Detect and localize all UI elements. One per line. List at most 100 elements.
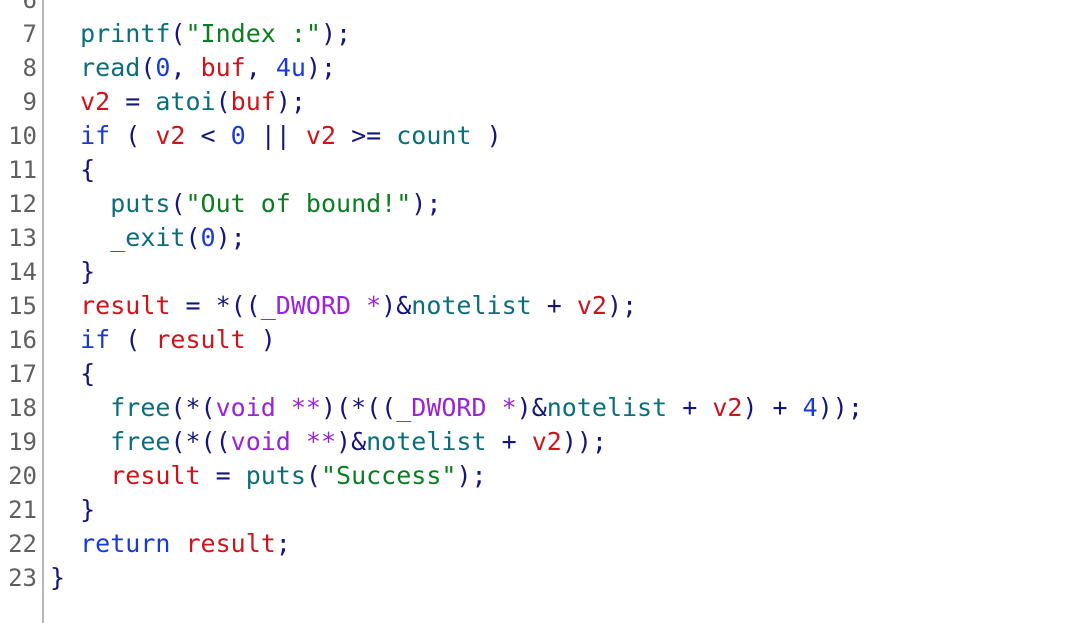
code-text: } [50, 561, 65, 595]
code-token: v2 [155, 121, 186, 150]
line-number: 19 [8, 428, 37, 456]
code-token: 4u [275, 53, 306, 82]
code-token: atoi [155, 87, 216, 116]
code-line: 14 } [0, 255, 1066, 289]
code-editor: 67 printf("Index :"); 8 read(0, buf, 4u);… [0, 0, 1066, 623]
code-token: if [80, 121, 111, 150]
code-token: ( [215, 87, 231, 116]
code-text: read(0, buf, 4u); [50, 51, 336, 85]
line-number: 10 [8, 122, 37, 150]
code-token: "Index :" [185, 19, 321, 48]
code-token: ) [471, 121, 502, 150]
code-text: puts("Out of bound!"); [50, 187, 441, 221]
code-token: ) + [742, 393, 803, 422]
code-token: void ** [230, 427, 337, 456]
line-number: 8 [22, 54, 37, 82]
code-token: ; [275, 529, 291, 558]
line-number: 20 [8, 462, 37, 490]
code-token: _DWORD * [260, 291, 382, 320]
code-line: 22 return result; [0, 527, 1066, 561]
code-token: return [80, 529, 171, 558]
code-line: 11 { [0, 153, 1066, 187]
code-token: , [170, 53, 201, 82]
line-number: 23 [8, 564, 37, 592]
code-token: result [185, 529, 276, 558]
code-token: 0 [155, 53, 171, 82]
code-token: } [50, 563, 66, 592]
code-token: 0 [200, 223, 216, 252]
code-token: _DWORD * [396, 393, 517, 422]
code-token: free [110, 393, 171, 422]
code-token: , [245, 53, 276, 82]
code-line: 10 if ( v2 < 0 || v2 >= count ) [0, 119, 1066, 153]
line-number: 18 [8, 394, 37, 422]
code-token: ); [456, 461, 487, 490]
line-number: 16 [8, 326, 37, 354]
code-token: + [667, 393, 713, 422]
code-line: 21 } [0, 493, 1066, 527]
line-number: 15 [8, 292, 37, 320]
code-token: v2 [576, 291, 607, 320]
code-token: puts [245, 461, 306, 490]
code-text: } [50, 255, 95, 289]
code-line: 18 free(*(void **)(*((_DWORD *)&notelist… [0, 391, 1066, 425]
code-token: ); [411, 189, 442, 218]
code-token: if [80, 325, 111, 354]
code-token: void ** [215, 393, 321, 422]
line-number: 12 [8, 190, 37, 218]
code-token: )); [817, 393, 863, 422]
code-token: v2 [80, 87, 111, 116]
code-token: buf [230, 87, 276, 116]
code-token: )); [561, 427, 607, 456]
code-token: ); [320, 19, 352, 48]
code-text: result = *((_DWORD *)&notelist + v2); [50, 289, 637, 323]
code-line: 17 { [0, 357, 1066, 391]
code-text: result = puts("Success"); [50, 459, 487, 493]
code-text: _exit(0); [50, 221, 246, 255]
line-number: 13 [8, 224, 37, 252]
code-token: (*(( [170, 427, 231, 456]
line-number: 22 [8, 530, 37, 558]
code-token: v2 [712, 393, 743, 422]
code-token: v2 [305, 121, 337, 150]
code-token: < [185, 121, 231, 150]
code-token: result [110, 461, 201, 490]
code-token: = [170, 291, 216, 320]
code-token: ); [305, 53, 337, 82]
code-text: { [50, 153, 95, 187]
code-token: )& [381, 291, 412, 320]
code-token: result [155, 325, 246, 354]
code-token: ) [245, 325, 276, 354]
code-token: ); [606, 291, 638, 320]
code-token: _exit [110, 223, 186, 252]
code-token: "Success" [320, 461, 457, 490]
code-line: 23} [0, 561, 1066, 595]
code-token: ); [275, 87, 306, 116]
code-token: } [80, 257, 96, 286]
code-token: 4 [802, 393, 818, 422]
code-text: return result; [50, 527, 291, 561]
line-number: 9 [22, 88, 37, 116]
code-text: printf("Index :"); [50, 17, 351, 51]
code-token: notelist [411, 291, 532, 320]
code-text: if ( result ) [50, 323, 276, 357]
code-token: printf [80, 19, 171, 48]
code-token: ( [110, 325, 156, 354]
code-token: 0 [230, 121, 246, 150]
code-line: 20 result = puts("Success"); [0, 459, 1066, 493]
code-line: 6 [0, 0, 1066, 17]
line-number: 7 [22, 20, 37, 48]
code-text: } [50, 493, 95, 527]
line-number: 6 [22, 0, 37, 14]
